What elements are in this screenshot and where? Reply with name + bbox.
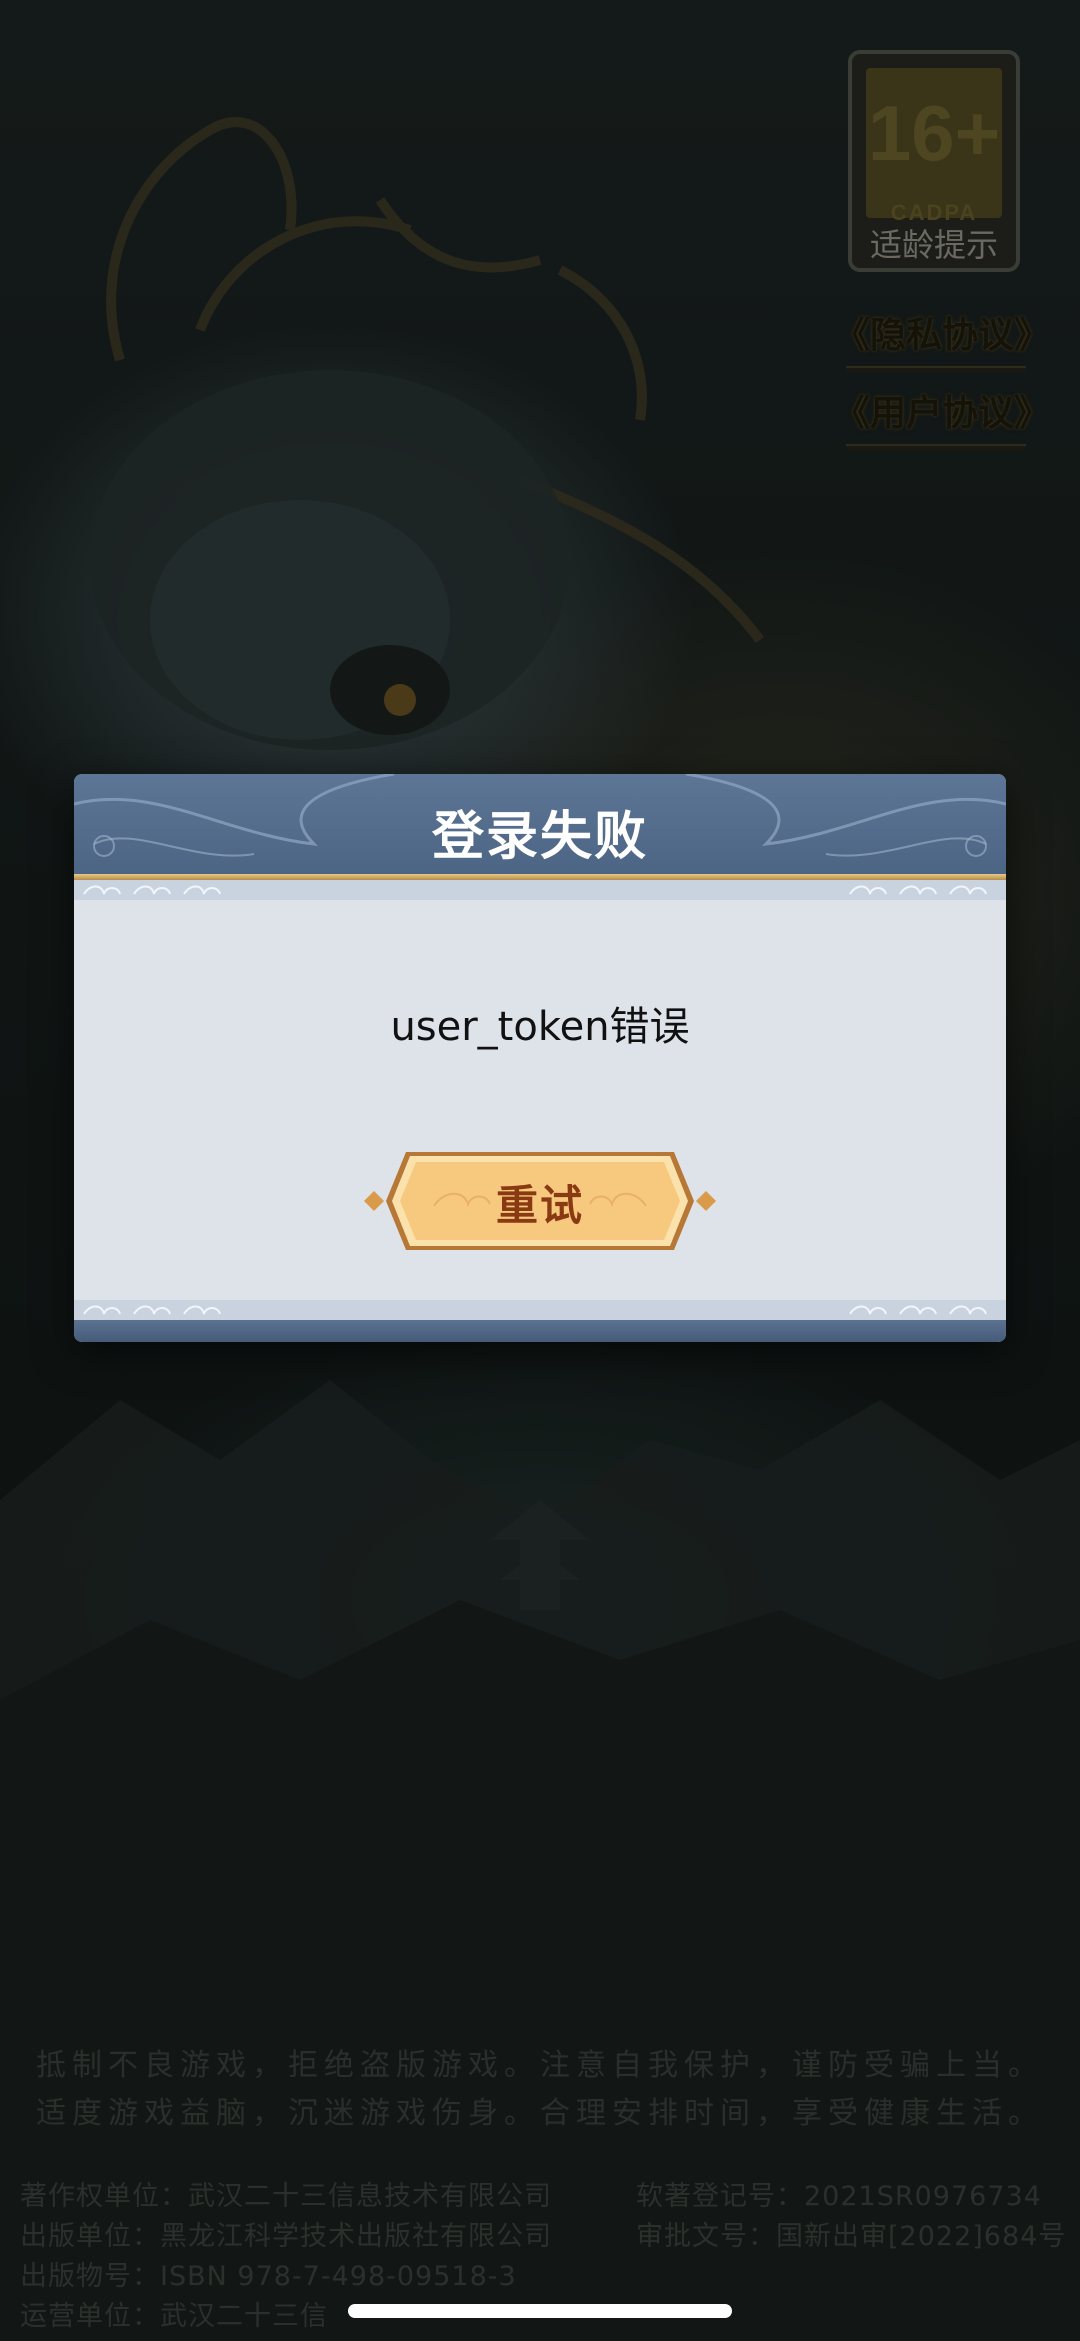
privacy-agreement-underline [846, 366, 1026, 372]
age-rating-badge: 16+ CADPA 适龄提示 [848, 50, 1020, 272]
login-screen: 16+ CADPA 适龄提示 《隐私协议》 《用户协议》 登录失败 user_t… [0, 0, 1080, 2341]
copyright-holder-text: 著作权单位：武汉二十三信息技术有限公司 [20, 2181, 552, 2212]
age-rating-number: 16+ [867, 89, 1001, 177]
dialog-message: user_token错误 [390, 1004, 690, 1050]
approval-number-text: 审批文号：国新出审[2022]684号 [636, 2221, 1067, 2252]
dialog-title: 登录失败 [431, 807, 648, 867]
isbn-text: 出版物号：ISBN 978-7-498-09518-3 [20, 2261, 517, 2292]
health-notice-line-2: 适度游戏益脑，沉迷游戏伤身。合理安排时间，享受健康生活。 [36, 2096, 1044, 2131]
bottom-cloud-pattern [74, 1300, 1006, 1320]
user-agreement-underline [846, 444, 1026, 450]
operator-text: 运营单位：武汉二十三信 [20, 2301, 328, 2332]
age-rating-label: 适龄提示 [869, 226, 998, 264]
health-notice-line-1: 抵制不良游戏，拒绝盗版游戏。注意自我保护，谨防受骗上当。 [36, 2048, 1044, 2083]
privacy-agreement-label: 《隐私协议》 [834, 315, 1051, 356]
publisher-text: 出版单位：黑龙江科学技术出版社有限公司 [20, 2221, 552, 2252]
top-cloud-pattern [74, 880, 1006, 900]
software-registration-text: 软著登记号：2021SR0976734 [636, 2181, 1042, 2212]
home-indicator[interactable] [348, 2304, 732, 2318]
age-rating-plate: 16+ CADPA [866, 68, 1002, 225]
retry-button-label: 重试 [495, 1181, 584, 1230]
user-agreement-link[interactable]: 《用户协议》 [834, 384, 1050, 450]
retry-button[interactable]: 重试 [364, 1146, 716, 1256]
privacy-agreement-link[interactable]: 《隐私协议》 [834, 306, 1050, 372]
dialog-bottom-bar [74, 1320, 1006, 1342]
login-failed-dialog: 登录失败 user_token错误 重试 [74, 774, 1006, 1342]
user-agreement-label: 《用户协议》 [834, 393, 1051, 434]
dialog-header: 登录失败 [74, 774, 1006, 874]
